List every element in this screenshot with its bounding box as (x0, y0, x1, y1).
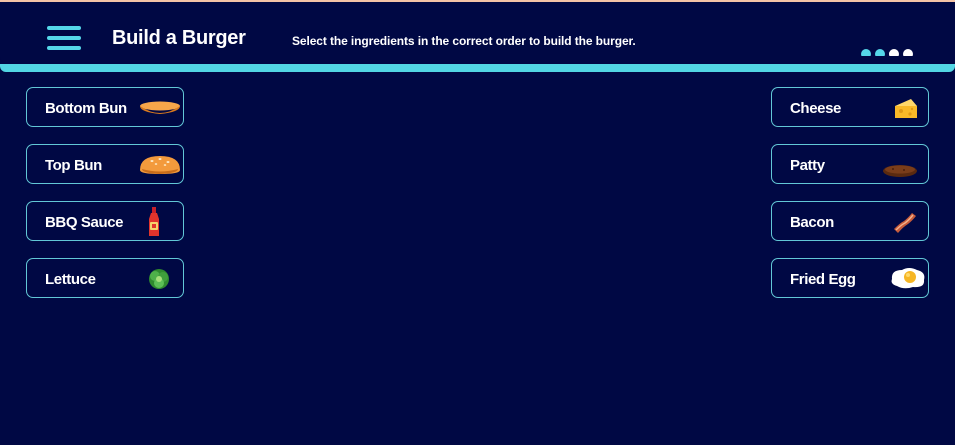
ingredient-label: Lettuce (45, 271, 96, 288)
bacon-icon (894, 213, 916, 233)
ingredient-label: Fried Egg (790, 271, 856, 288)
ingredient-cheese-button[interactable]: Cheese (771, 87, 929, 127)
top-bun-icon (140, 156, 180, 174)
cheese-icon (895, 99, 917, 118)
page-title: Build a Burger (112, 27, 246, 49)
hamburger-icon-line (47, 46, 81, 50)
ingredient-label: Bottom Bun (45, 100, 127, 117)
ingredient-lettuce-button[interactable]: Lettuce (26, 258, 184, 298)
ingredient-label: BBQ Sauce (45, 214, 124, 231)
menu-button[interactable] (47, 26, 81, 52)
ingredient-label: Bacon (790, 214, 834, 231)
header-bar: Build a Burger Select the ingredients in… (0, 2, 955, 64)
instructions-text: Select the ingredients in the correct or… (292, 34, 636, 48)
hamburger-icon-line (47, 36, 81, 40)
patty-icon (883, 165, 917, 177)
ingredient-patty-button[interactable]: Patty (771, 144, 929, 184)
header-accent-line (0, 56, 955, 72)
bbq-sauce-icon (149, 207, 159, 236)
ingredient-label: Cheese (790, 100, 841, 117)
ingredient-top-bun-button[interactable]: Top Bun (26, 144, 184, 184)
ingredient-bacon-button[interactable]: Bacon (771, 201, 929, 241)
hamburger-icon (47, 26, 81, 30)
ingredient-bbq-sauce-button[interactable]: BBQ Sauce (26, 201, 184, 241)
fried-egg-icon (891, 268, 925, 289)
ingredient-label: Patty (790, 157, 825, 174)
lettuce-icon (149, 269, 169, 289)
ingredient-bottom-bun-button[interactable]: Bottom Bun (26, 87, 184, 127)
ingredient-fried-egg-button[interactable]: Fried Egg (771, 258, 929, 298)
ingredient-label: Top Bun (45, 157, 102, 174)
bottom-bun-icon (140, 101, 180, 114)
